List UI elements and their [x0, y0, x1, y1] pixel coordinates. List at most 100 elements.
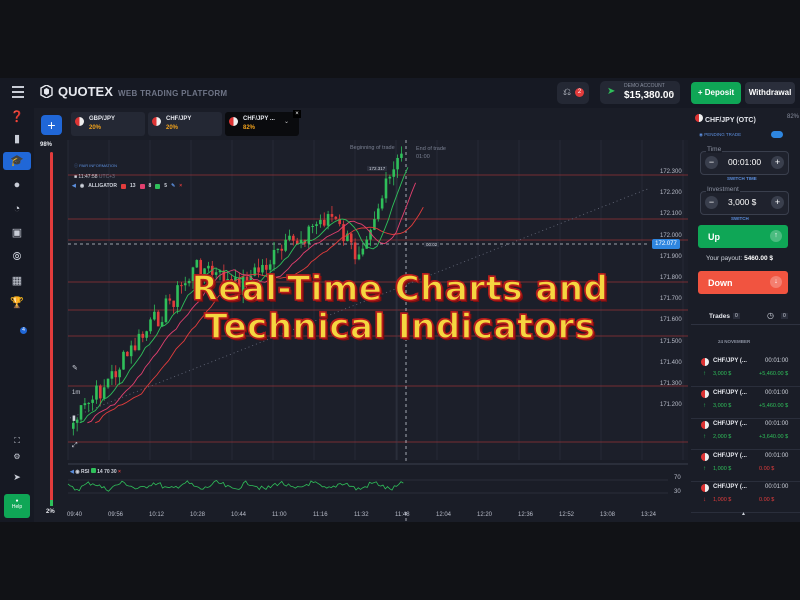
pair-information-label: PAIR INFORMATION	[79, 163, 117, 168]
payout-info: Your payout: 5460.00 $	[706, 255, 773, 262]
chart-clock: ■ 11:47:58 UTC+3	[74, 174, 115, 180]
trade-amount: 2,000 $	[713, 434, 732, 440]
candle-body	[288, 235, 291, 240]
edit-icon[interactable]: ✎	[171, 183, 175, 189]
x-axis-label: 12:52	[559, 512, 575, 518]
candle-body	[133, 345, 137, 351]
candle-body	[349, 233, 353, 243]
investment-plus-button[interactable]: +	[771, 196, 784, 209]
x-axis-label: 10:28	[190, 512, 206, 518]
investment-label: Investment	[706, 186, 740, 193]
up-label: Up	[708, 232, 720, 242]
y-axis-label: 172.000	[660, 232, 682, 239]
up-button[interactable]: Up ↑	[698, 225, 788, 248]
x-axis-label: 13:08	[600, 512, 616, 518]
flag-icon	[695, 114, 703, 122]
close-icon[interactable]: ×	[118, 469, 121, 475]
end-of-trade-text: End of trade	[416, 146, 446, 152]
trade-amount: 3,000 $	[713, 402, 732, 409]
y-axis-label: 172.300	[660, 169, 682, 175]
trade-row[interactable]: CHF/JPY (... 00:01:00 ↑ 3,000 $ +5,460.00 $	[691, 354, 800, 387]
trade-duration: 00:01:00	[765, 358, 789, 364]
candle-body	[272, 249, 276, 265]
flag-icon	[701, 389, 709, 398]
eye-icon[interactable]: ◉	[75, 469, 79, 475]
candle-body	[276, 248, 280, 250]
candle-body	[126, 351, 129, 357]
trade-row[interactable]: CHF/JPY (... 00:01:00 ↑ 1,000 $ 0.00 $	[691, 449, 800, 482]
trade-row[interactable]: CHF/JPY (... 00:01:00 ↑ 3,000 $ +5,460.00 $	[691, 386, 800, 419]
teeth-color-icon	[139, 183, 145, 189]
draw-tool-icon[interactable]: ✎	[72, 364, 78, 372]
investment-field[interactable]: Investment − 3,000 $ +	[700, 186, 789, 215]
trade-row[interactable]: CHF/JPY (... 00:01:00 ↑ 2,000 $ +3,640.00 $	[691, 417, 800, 450]
candle-body	[79, 405, 83, 420]
rsi-indicator-bar: ◀ ◉ RSI 14 70 30 ×	[70, 468, 121, 475]
collapse-icon[interactable]: ◀	[72, 183, 76, 189]
collapse-icon[interactable]: ◀	[70, 469, 74, 475]
trade-pair: CHF/JPY (...	[713, 358, 747, 364]
candle-body	[392, 169, 396, 177]
candle-body	[87, 402, 91, 404]
chart-type-icon[interactable]: ▮	[72, 414, 76, 422]
candle-body	[361, 248, 365, 255]
candle-body	[122, 351, 125, 370]
switch-button[interactable]: SWITCH	[731, 216, 749, 221]
candle-body	[129, 345, 133, 357]
indicator-name: ALLIGATOR	[88, 183, 117, 189]
x-axis-label: 09:56	[108, 512, 124, 518]
switch-time-button[interactable]: SWITCH TIME	[727, 176, 757, 181]
time-field[interactable]: Time − 00:01:00 +	[700, 146, 789, 175]
flag-icon	[701, 484, 709, 492]
x-axis-label: 11:16	[313, 512, 328, 518]
candle-body	[315, 224, 318, 226]
indicator-param: 5	[164, 183, 168, 189]
expand-icon[interactable]: ⤢	[72, 442, 78, 450]
panel-payout-pct: 82%	[787, 114, 800, 120]
time-minus-button[interactable]: −	[705, 156, 718, 169]
x-axis-label: 10:12	[149, 512, 165, 518]
trade-profit: +5,460.00 $	[759, 371, 789, 377]
indicator-bar: ◀ ◉ ALLIGATOR 13 8 5 ✎ ×	[68, 181, 208, 191]
flag-icon	[701, 452, 709, 461]
candle-body	[83, 403, 87, 406]
candle-body	[322, 219, 326, 226]
price-countdown: 00:02	[424, 242, 440, 247]
trade-amount: 1,000 $	[713, 497, 732, 503]
time-plus-button[interactable]: +	[771, 156, 784, 169]
eye-icon[interactable]: ◉	[80, 183, 84, 189]
candle-body	[114, 371, 118, 378]
investment-minus-button[interactable]: −	[705, 196, 718, 209]
arrow-up-icon: ↑	[703, 402, 706, 409]
trade-duration: 00:01:00	[765, 389, 789, 396]
rsi-param: 70	[104, 469, 110, 475]
candle-body	[380, 198, 384, 209]
candle-body	[326, 214, 330, 226]
x-axis-label: 12:20	[477, 512, 493, 518]
trade-profit: 0.00 $	[759, 497, 775, 503]
scroll-up-icon[interactable]: ▲	[741, 511, 746, 517]
lips-color-icon	[155, 183, 161, 189]
rsi-param: 14	[97, 469, 103, 475]
chart-timezone: UTC+3	[98, 174, 115, 180]
rsi-level-70: 70	[674, 475, 681, 481]
timeframe-button[interactable]: 1m	[72, 390, 80, 396]
candle-body	[388, 176, 392, 179]
pending-trade-text: PENDING TRADE	[704, 132, 742, 137]
headline-line-1: Real-Time Charts and	[191, 269, 609, 309]
pair-information-link[interactable]: ⓘ PAIR INFORMATION	[74, 163, 117, 169]
candle-body	[319, 219, 322, 225]
payout-value: 5460.00 $	[744, 255, 773, 262]
arrow-up-icon: ↑	[703, 371, 706, 377]
rsi-panel	[68, 464, 688, 510]
candle-body	[307, 226, 311, 244]
trade-profit: 0.00 $	[759, 465, 775, 472]
panel-pair-name: CHF/JPY (OTC)	[704, 117, 756, 124]
pending-trade-toggle[interactable]	[771, 131, 783, 138]
candle-body	[106, 378, 110, 388]
y-axis-label: 172.200	[660, 190, 682, 197]
rsi-param: 30	[111, 469, 117, 475]
close-icon[interactable]: ×	[179, 183, 182, 189]
payout-label: Your payout:	[706, 255, 743, 262]
trade-row[interactable]: CHF/JPY (... 00:01:00 ↓ 1,000 $ 0.00 $	[691, 480, 800, 513]
